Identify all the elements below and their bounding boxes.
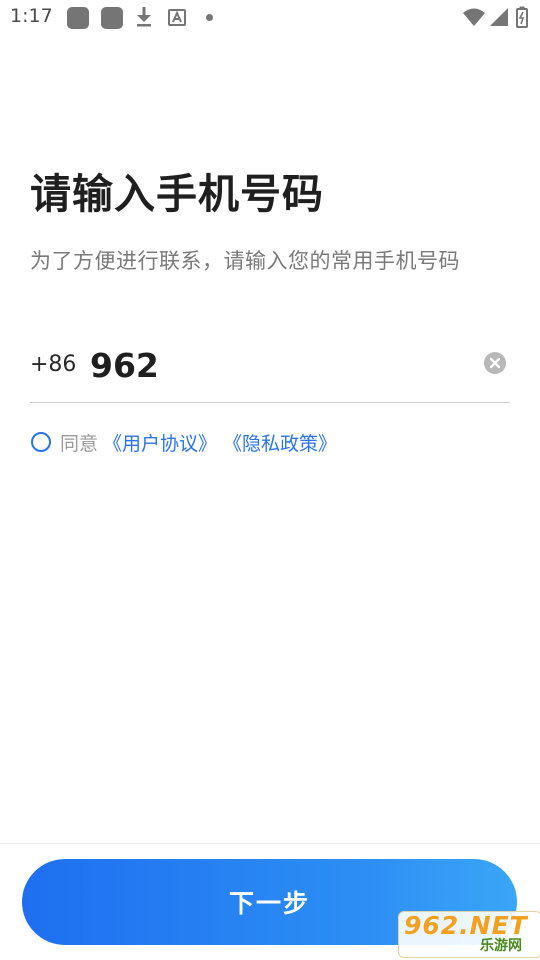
- site-watermark-logo: 962.NET 乐游网: [398, 905, 540, 960]
- dot-icon: [206, 14, 213, 21]
- agreement-checkbox[interactable]: [31, 432, 51, 452]
- download-icon: [137, 7, 151, 27]
- country-code[interactable]: +86: [30, 352, 76, 377]
- watermark-sub-text: 乐游网: [480, 938, 522, 954]
- status-bar: 1:17: [0, 0, 540, 36]
- privacy-policy-link[interactable]: 《隐私政策》: [223, 429, 337, 456]
- page-subtitle: 为了方便进行联系，请输入您的常用手机号码: [30, 249, 460, 273]
- user-agreement-link[interactable]: 《用户协议》: [103, 429, 217, 456]
- clear-icon[interactable]: [484, 352, 506, 374]
- font-icon: [168, 9, 186, 26]
- bottom-divider: [0, 843, 540, 844]
- phone-input-row: +86: [30, 330, 510, 403]
- battery-icon: [516, 6, 528, 28]
- page-title: 请输入手机号码: [30, 170, 324, 218]
- app-notification-icon: [101, 7, 123, 29]
- signal-icon: [490, 8, 508, 26]
- app-notification-icon: [67, 7, 89, 29]
- agreement-prefix: 同意: [60, 433, 99, 455]
- wifi-icon: [463, 8, 485, 26]
- status-time: 1:17: [10, 5, 53, 27]
- phone-number-input[interactable]: [90, 338, 470, 392]
